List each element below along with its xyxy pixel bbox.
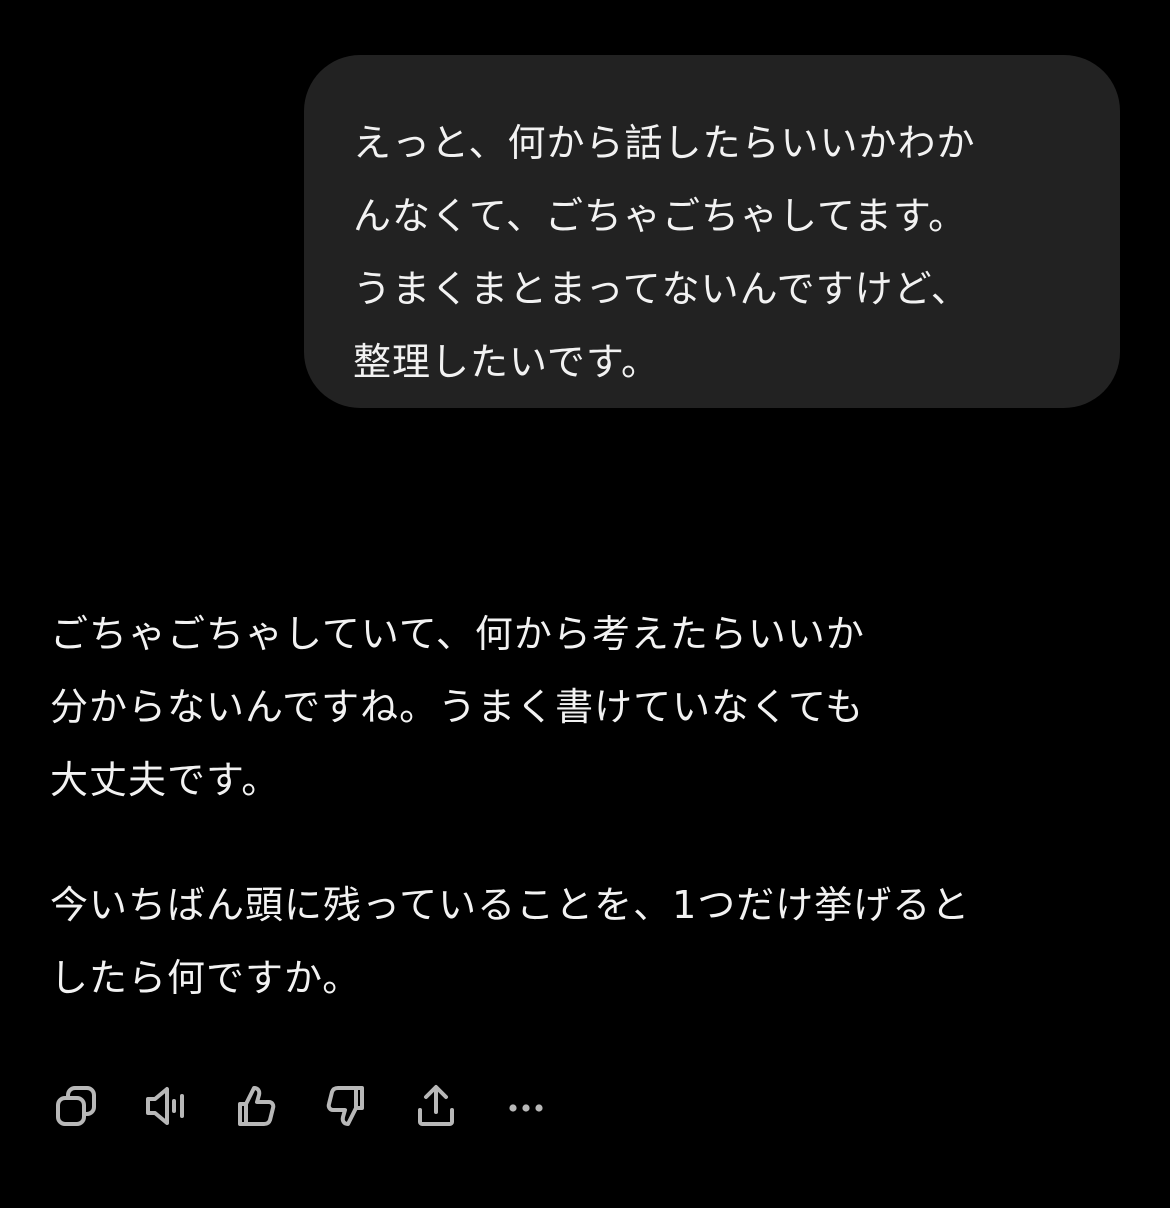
thumbs-up-button[interactable] [228, 1078, 284, 1134]
user-message-line: えっと、何から話したらいいかわか [353, 121, 976, 165]
assistant-message-line: ごちゃごちゃしていて、何から考えたらいいか [50, 612, 865, 656]
read-aloud-button[interactable] [138, 1078, 194, 1134]
user-message-bubble: えっと、何から話したらいいかわか んなくて、ごちゃごちゃしてます。 うまくまとま… [304, 55, 1120, 408]
share-icon [418, 1085, 454, 1126]
share-button[interactable] [408, 1078, 464, 1134]
thumbs-down-button[interactable] [318, 1078, 374, 1134]
user-message-line: うまくまとまってないんですけど、 [353, 267, 970, 311]
user-message-line: 整理したいです。 [353, 340, 661, 384]
assistant-message-line: したら何ですか。 [50, 956, 362, 1000]
copy-icon [56, 1086, 96, 1126]
copy-button[interactable] [48, 1078, 104, 1134]
message-action-bar [48, 1078, 588, 1134]
more-options-button[interactable] [498, 1078, 554, 1134]
assistant-message: ごちゃごちゃしていて、何から考えたらいいか 分からないんですね。うまく書けていな… [50, 598, 1130, 1015]
user-message-line: んなくて、ごちゃごちゃしてます。 [353, 194, 968, 238]
speaker-icon [146, 1087, 184, 1125]
assistant-message-line: 大丈夫です。 [50, 758, 281, 802]
assistant-message-line: 今いちばん頭に残っていることを、1つだけ挙げると [50, 883, 971, 927]
more-icon [509, 1104, 543, 1112]
thumbs-up-icon [238, 1086, 276, 1126]
thumbs-down-icon [326, 1086, 364, 1126]
assistant-message-line: 分からないんですね。うまく書けていなくても [50, 685, 865, 729]
